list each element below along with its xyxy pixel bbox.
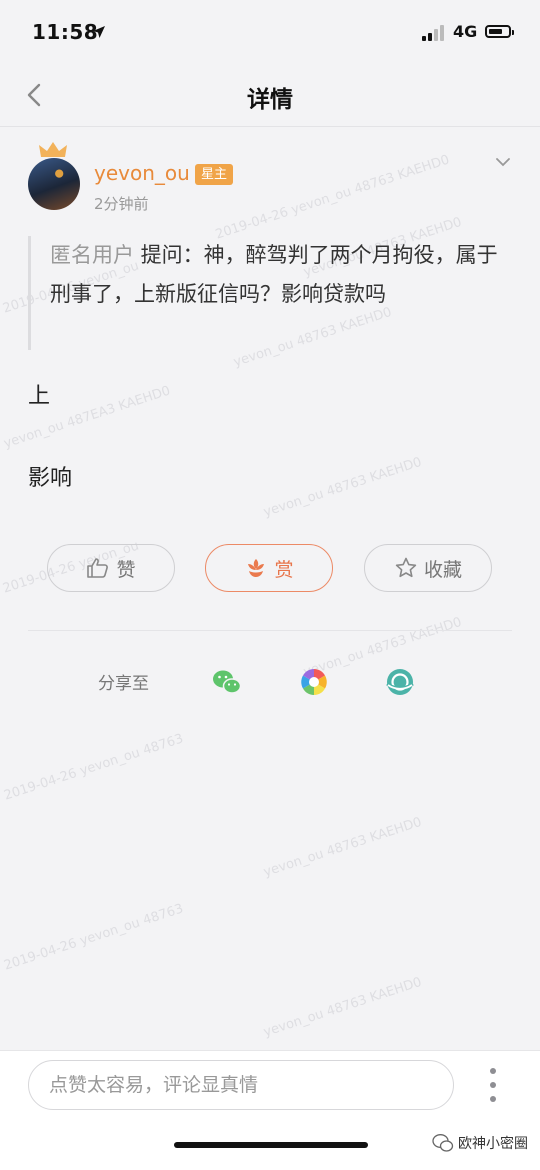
battery-icon bbox=[485, 25, 514, 38]
home-indicator bbox=[174, 1142, 368, 1148]
owner-badge: 星主 bbox=[195, 164, 234, 185]
post-time: 2分钟前 bbox=[94, 195, 149, 213]
avatar[interactable] bbox=[28, 158, 80, 210]
like-button[interactable]: 赞 bbox=[47, 544, 175, 592]
answer-line: 影响 bbox=[28, 466, 73, 491]
author-name[interactable]: yevon_ou bbox=[94, 161, 190, 185]
more-icon[interactable] bbox=[488, 1068, 498, 1102]
status-time: 11:58 bbox=[32, 20, 99, 44]
section-divider bbox=[28, 630, 512, 631]
moments-icon[interactable] bbox=[299, 667, 329, 697]
planet-icon[interactable] bbox=[385, 667, 415, 697]
quote-bar bbox=[28, 236, 31, 350]
share-label: 分享至 bbox=[98, 674, 149, 694]
quote-author: 匿名用户 bbox=[50, 243, 134, 267]
wechat-icon[interactable] bbox=[212, 667, 242, 697]
like-label: 赞 bbox=[116, 558, 136, 581]
reward-button[interactable]: 赏 bbox=[205, 544, 333, 592]
quoted-question: 匿名用户 提问：神，醉驾判了两个月拘役，属于刑事了，上新版征信吗？影响贷款吗 bbox=[50, 236, 512, 314]
wechat-logo-icon bbox=[432, 1134, 454, 1152]
page-title: 详情 bbox=[247, 87, 293, 113]
lotus-icon bbox=[248, 559, 265, 577]
nav-divider bbox=[0, 126, 540, 127]
network-type: 4G bbox=[453, 22, 478, 41]
signal-icon bbox=[422, 25, 448, 41]
comment-input[interactable] bbox=[28, 1060, 454, 1110]
thumbs-up-icon bbox=[87, 558, 109, 578]
star-icon bbox=[395, 557, 417, 578]
brand-name: 欧神小密圈 bbox=[458, 1136, 528, 1152]
reward-label: 赏 bbox=[274, 558, 294, 581]
crown-icon bbox=[39, 142, 67, 157]
chevron-down-icon[interactable] bbox=[494, 153, 512, 171]
location-arrow-icon bbox=[93, 26, 105, 38]
favorite-button[interactable]: 收藏 bbox=[364, 544, 492, 592]
answer-line: 上 bbox=[28, 384, 51, 409]
favorite-label: 收藏 bbox=[423, 558, 462, 581]
